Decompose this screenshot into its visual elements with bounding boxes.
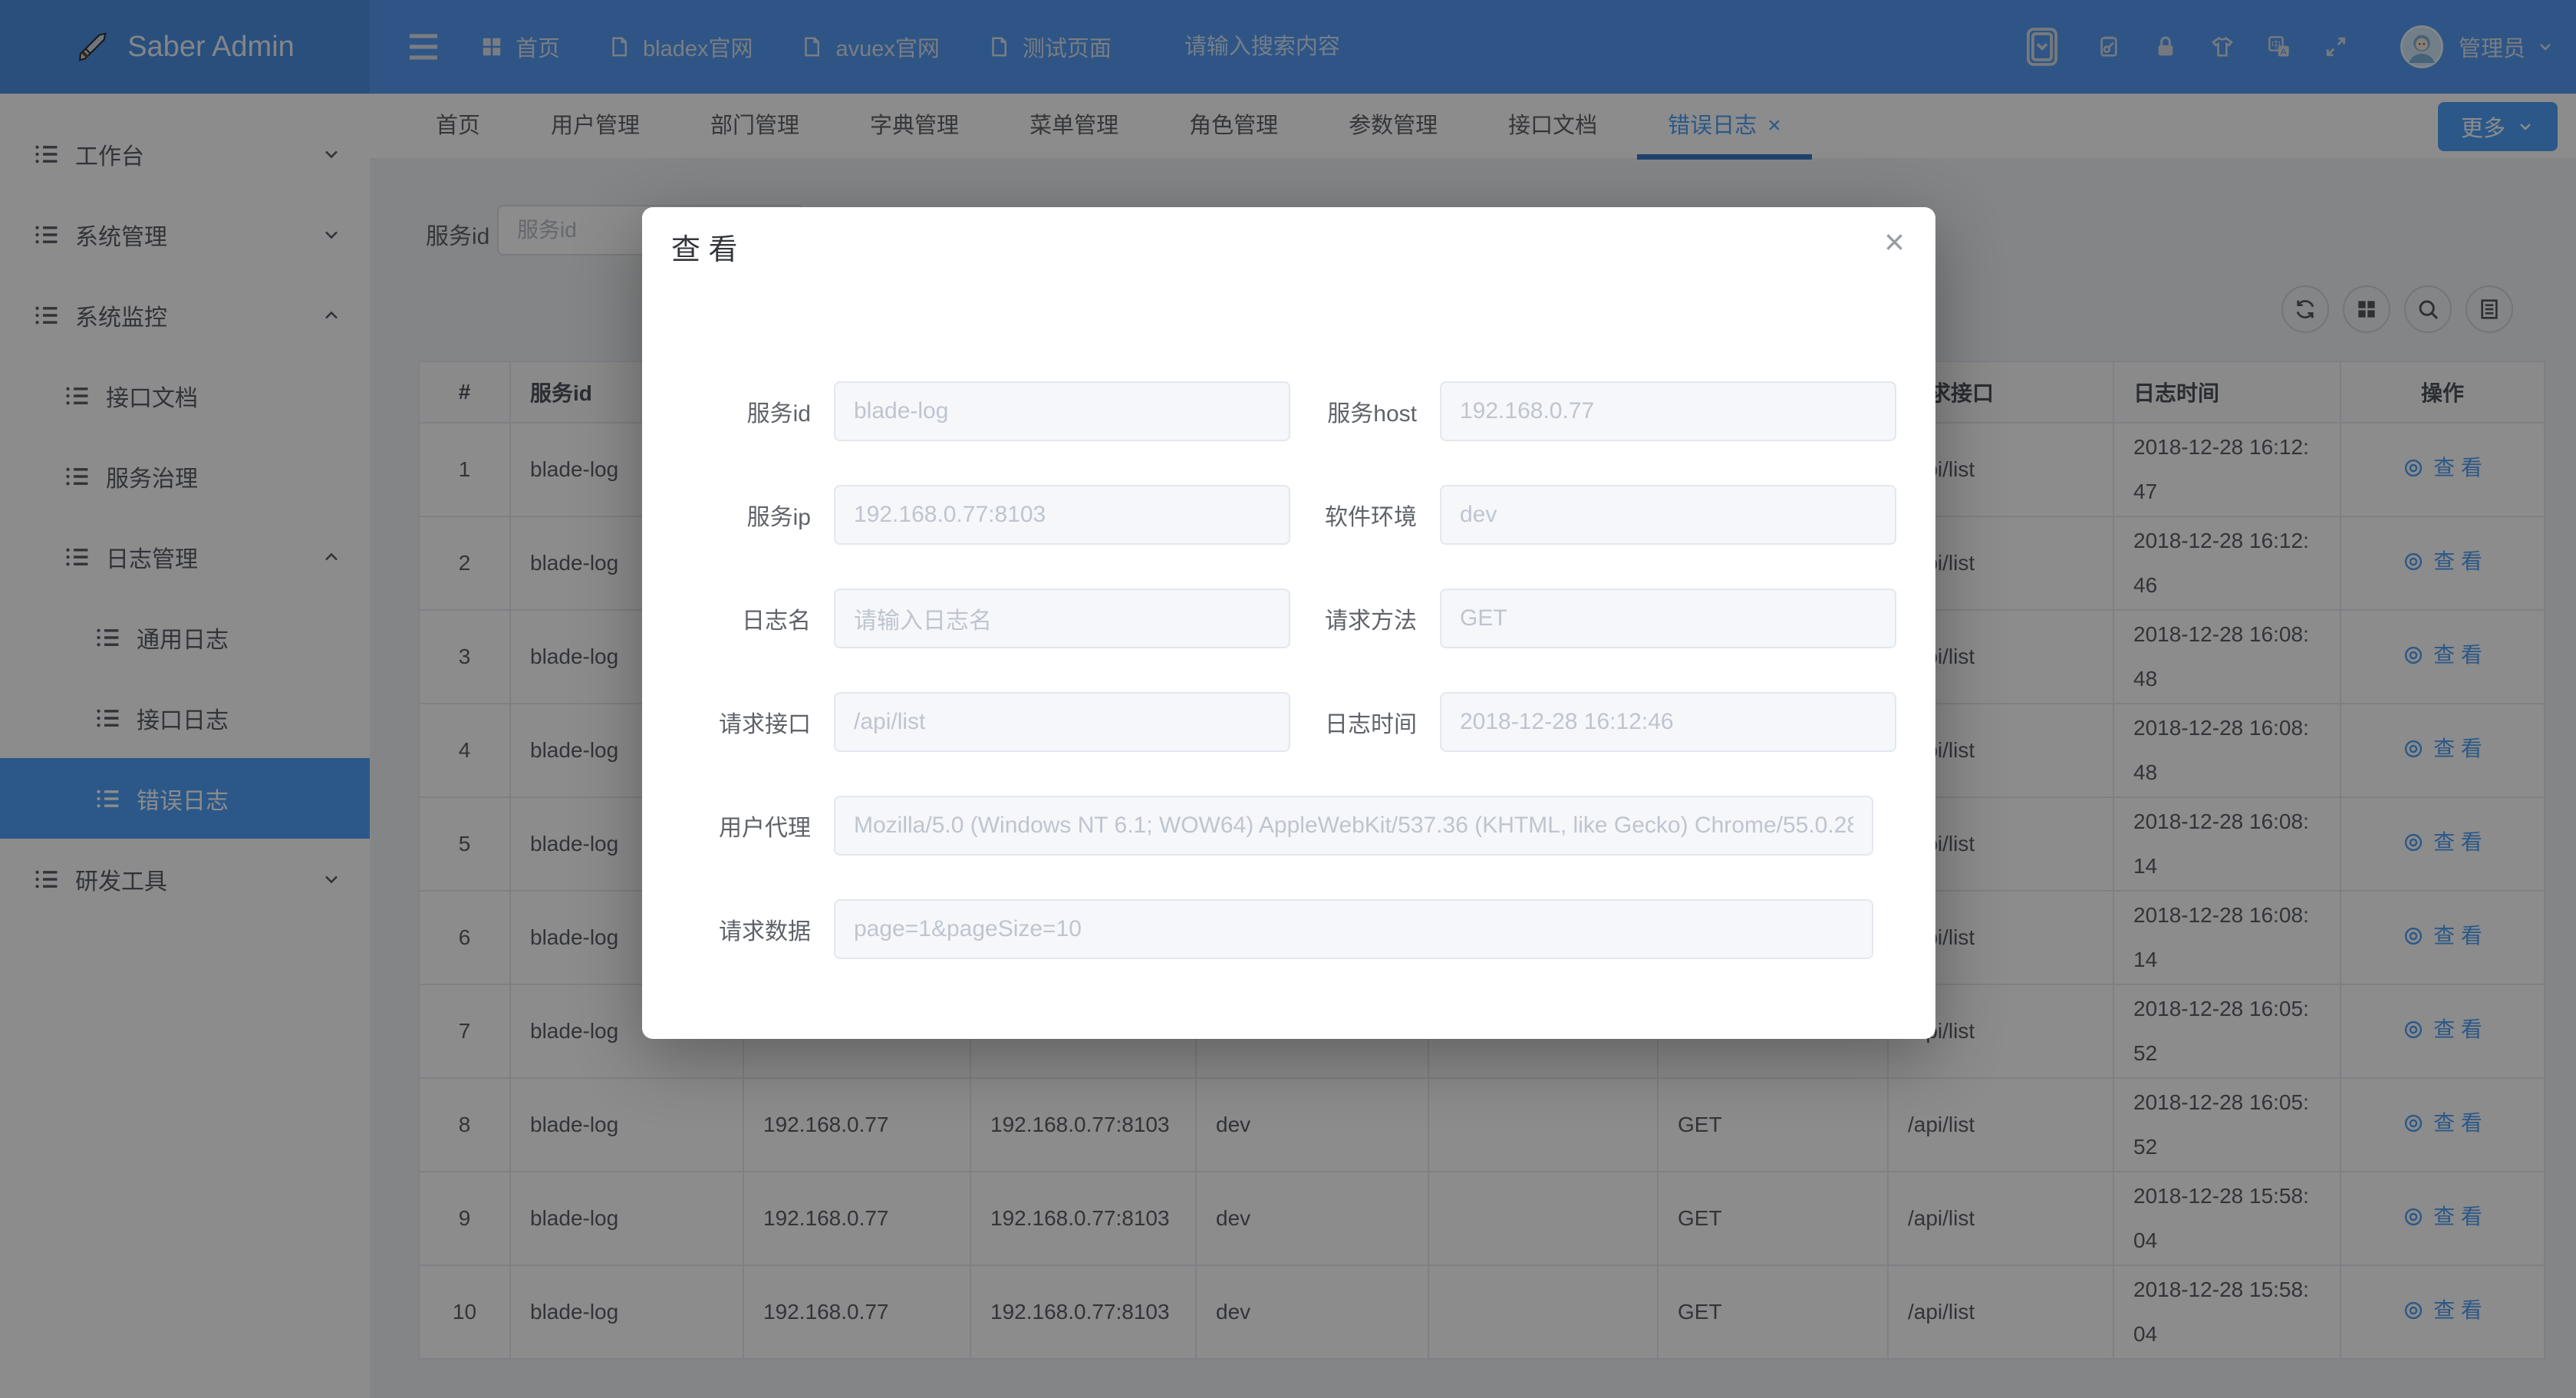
view-dialog: 查 看 × 服务id 服务host 服务ip 软件环境 bbox=[642, 207, 1935, 1039]
field-label: 服务ip bbox=[684, 498, 834, 532]
field-input[interactable] bbox=[1440, 692, 1896, 752]
form-field: 日志时间 bbox=[1290, 692, 1896, 752]
form-field: 服务ip bbox=[684, 485, 1290, 545]
field-input[interactable] bbox=[834, 485, 1290, 545]
form-field: 服务id bbox=[684, 381, 1290, 441]
dialog-close-icon[interactable]: × bbox=[1884, 224, 1905, 259]
field-input[interactable] bbox=[834, 589, 1290, 648]
field-input[interactable] bbox=[1440, 485, 1896, 545]
field-label: 请求方法 bbox=[1290, 602, 1440, 635]
field-label: 日志名 bbox=[684, 602, 834, 635]
form-field: 服务host bbox=[1290, 381, 1896, 441]
field-label: 服务host bbox=[1290, 394, 1440, 428]
form-field: 用户代理 bbox=[684, 796, 1935, 856]
field-label: 用户代理 bbox=[684, 809, 834, 842]
form-field: 请求数据 bbox=[684, 899, 1935, 959]
field-label: 请求数据 bbox=[684, 912, 834, 946]
form-field: 软件环境 bbox=[1290, 485, 1896, 545]
field-input[interactable] bbox=[834, 692, 1290, 752]
field-label: 软件环境 bbox=[1290, 498, 1440, 532]
dialog-title: 查 看 bbox=[671, 226, 738, 268]
dialog-form: 服务id 服务host 服务ip 软件环境 日志名 bbox=[642, 381, 1935, 1003]
field-label: 服务id bbox=[684, 394, 834, 428]
field-input[interactable] bbox=[1440, 589, 1896, 648]
field-label: 请求接口 bbox=[684, 705, 834, 739]
form-field: 请求接口 bbox=[684, 692, 1290, 752]
field-input[interactable] bbox=[834, 796, 1873, 856]
field-input[interactable] bbox=[1440, 381, 1896, 441]
field-input[interactable] bbox=[834, 381, 1290, 441]
form-field: 请求方法 bbox=[1290, 589, 1896, 648]
field-input[interactable] bbox=[834, 899, 1873, 959]
field-label: 日志时间 bbox=[1290, 705, 1440, 739]
form-field: 日志名 bbox=[684, 589, 1290, 648]
